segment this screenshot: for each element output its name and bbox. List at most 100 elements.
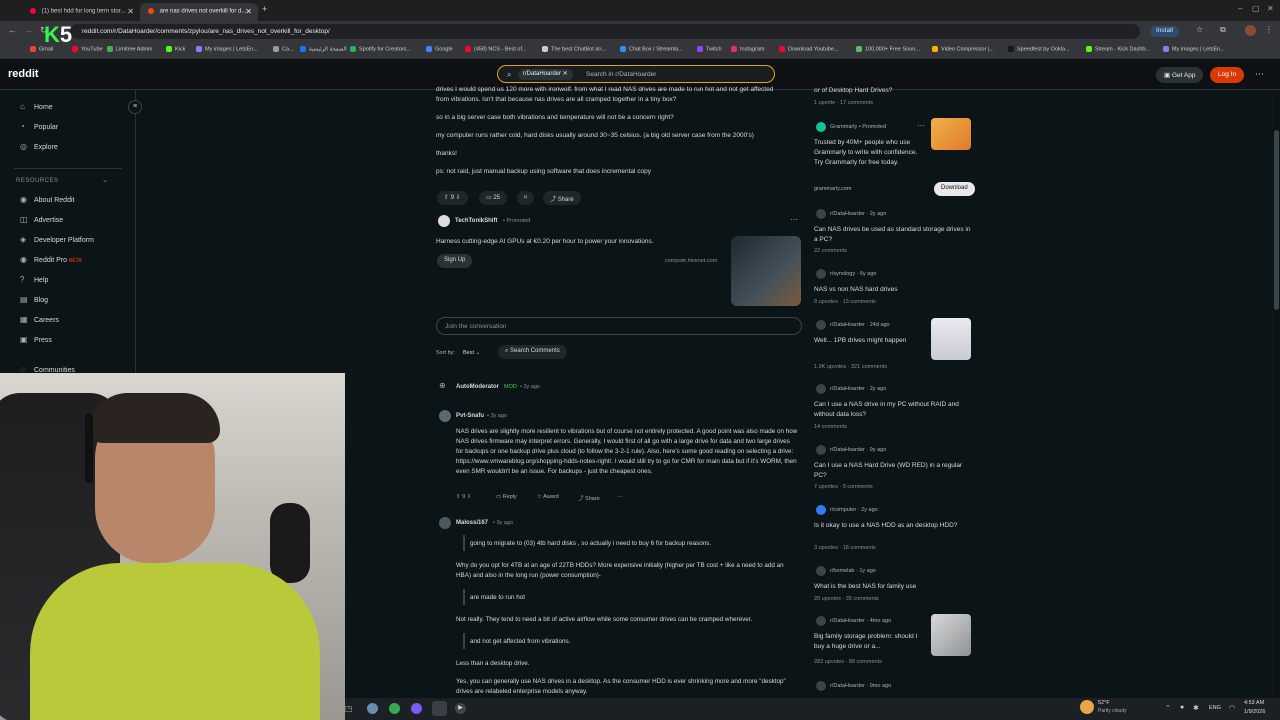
subreddit-icon[interactable] — [816, 209, 826, 219]
grammarly-icon[interactable] — [816, 122, 826, 132]
bookmark-item[interactable]: The best ChatBot an... — [542, 46, 606, 52]
comment-input[interactable]: Join the conversation — [436, 317, 802, 335]
rail-item-sub[interactable]: r/synology · 6y ago — [830, 271, 876, 277]
sidebar-item-reddit-pro[interactable]: ◉ Reddit Pro BETA — [20, 255, 82, 264]
extensions-icon[interactable]: ⧉ — [1220, 25, 1226, 35]
vote-control[interactable]: ⇧ 9 ⇩ — [437, 191, 468, 205]
wifi-icon[interactable]: ◠ — [1229, 704, 1235, 712]
sort-dropdown[interactable]: Best ⌄ — [463, 350, 480, 356]
sidebar-item-help[interactable]: ? Help — [20, 275, 48, 284]
promo-download-button[interactable]: Download — [934, 182, 975, 196]
close-tab-icon[interactable]: ✕ — [245, 7, 252, 16]
close-window-button[interactable]: ✕ — [1267, 4, 1274, 13]
media-icon[interactable]: ▶ — [455, 703, 466, 714]
promo-image[interactable] — [931, 118, 971, 150]
weather-desc[interactable]: Partly cloudy — [1098, 708, 1127, 714]
bookmark-item[interactable]: Download Youtube... — [779, 46, 838, 52]
mic-icon[interactable]: ● — [1180, 704, 1184, 711]
bookmark-item[interactable]: Kick — [166, 46, 185, 52]
ad-more-icon[interactable]: ⋯ — [790, 215, 798, 224]
bookmark-item[interactable]: Chat Box / Streamla... — [620, 46, 683, 52]
avatar[interactable] — [439, 517, 451, 529]
comments-button[interactable]: ▭ 25 — [479, 191, 508, 205]
promo-more-icon[interactable]: ⋯ — [917, 121, 925, 130]
subreddit-icon[interactable] — [816, 269, 826, 279]
rail-item-title[interactable]: What is the best NAS for family use — [814, 582, 974, 592]
reddit-logo[interactable]: reddit — [8, 68, 39, 80]
comment-vote[interactable]: ⇧ 9 ⇩ — [456, 494, 471, 500]
bookmark-item[interactable]: Twitch — [697, 46, 722, 52]
back-icon[interactable]: ← — [8, 25, 17, 35]
bookmark-item[interactable]: Limitree Admin — [107, 46, 152, 52]
bookmark-item[interactable]: Stream - Kick Dashb... — [1086, 46, 1150, 52]
rail-item-sub[interactable]: r/homelab · 1y ago — [830, 568, 876, 574]
sidebar-item-blog[interactable]: ▤ Blog — [20, 295, 48, 304]
bookmark-item[interactable]: الصفحة الرئيسية — [300, 46, 347, 52]
url-input[interactable]: reddit.com/r/DataHoarder/comments/zpylou… — [70, 24, 1140, 39]
menu-kebab-icon[interactable]: ⋮ — [1265, 25, 1273, 34]
reply-button[interactable]: ▭ Reply — [496, 494, 517, 500]
community-search-chip[interactable]: r/DataHoarder ✕ — [518, 69, 573, 80]
rail-item-sub[interactable]: r/DataHoarder · 9mo ago — [830, 683, 891, 689]
language-indicator[interactable]: ENG — [1209, 705, 1221, 711]
collapse-nav-icon[interactable]: ≡ — [128, 100, 142, 114]
close-tab-icon[interactable]: ✕ — [127, 7, 134, 16]
sidebar-item-press[interactable]: ▣ Press — [20, 335, 52, 344]
browser-tab[interactable]: (1) best hdd for long term stor... ✕ — [22, 3, 140, 21]
share-button[interactable]: ⤴ Share — [578, 494, 600, 502]
rail-item-title[interactable]: Can NAS drives be used as standard stora… — [814, 225, 974, 245]
avatar[interactable] — [439, 410, 451, 422]
weather-temp[interactable]: 52°F — [1098, 700, 1110, 706]
rail-post-title[interactable]: or of Desktop Hard Drives? — [814, 86, 974, 96]
subreddit-icon[interactable] — [816, 445, 826, 455]
clock-time[interactable]: 4:53 AM — [1244, 700, 1264, 706]
rail-item-sub[interactable]: r/DataHoarder · 2y ago — [830, 386, 886, 392]
share-button[interactable]: ⤴ Share — [543, 191, 581, 205]
bookmark-item[interactable]: YouTube — [72, 46, 103, 52]
weather-icon[interactable] — [1080, 700, 1094, 714]
profile-avatar[interactable] — [1245, 25, 1256, 36]
sidebar-item-advertise[interactable]: ◫ Advertise — [20, 215, 63, 224]
get-app-button[interactable]: ▣ Get App — [1156, 67, 1204, 83]
bookmark-item[interactable]: Google — [426, 46, 453, 52]
app-icon[interactable] — [411, 703, 422, 714]
bookmark-item[interactable]: My images | LetsEn... — [196, 46, 258, 52]
comment-author[interactable]: AutoModerator — [456, 384, 499, 390]
rail-item-thumbnail[interactable] — [931, 614, 971, 656]
search-comments[interactable]: ⌕ Search Comments — [498, 345, 567, 359]
promo-name[interactable]: Grammarly • Promoted — [830, 124, 886, 130]
bookmark-item[interactable]: 100,000+ Free Soun... — [856, 46, 920, 52]
settings-icon[interactable] — [367, 703, 378, 714]
sidebar-item-careers[interactable]: ▦ Careers — [20, 315, 59, 324]
scrollbar[interactable] — [1274, 90, 1279, 698]
search-input[interactable]: Search in r/DataHoarder — [586, 71, 656, 78]
rail-item-sub[interactable]: r/computer · 2y ago — [830, 507, 878, 513]
chrome-icon[interactable] — [389, 703, 400, 714]
comment-author[interactable]: Malossi167 — [456, 520, 488, 526]
bookmark-item[interactable]: Instagram — [731, 46, 764, 52]
sidebar-item-explore[interactable]: ◎ Explore — [20, 142, 58, 151]
promo-domain[interactable]: grammarly.com — [814, 186, 852, 192]
bookmark-item[interactable]: Speedtest by Ookla... — [1008, 46, 1070, 52]
rail-item-sub[interactable]: r/DataHoarder · 9y ago — [830, 447, 886, 453]
taskview-icon[interactable]: ◳ — [345, 704, 353, 713]
award-button[interactable]: ☆ Award — [537, 494, 559, 500]
scrollbar-thumb[interactable] — [1274, 130, 1279, 310]
browser-tab-active[interactable]: are nas drives not overkill for d... ✕ — [140, 3, 258, 21]
comment-author[interactable]: Pvt-Snafu — [456, 413, 484, 419]
subreddit-icon[interactable] — [816, 566, 826, 576]
ad-author[interactable]: TechTonikShift — [455, 218, 497, 224]
save-button[interactable]: ⌑ — [517, 191, 535, 205]
ad-signup-button[interactable]: Sign Up — [437, 254, 473, 268]
new-tab-button[interactable]: + — [262, 4, 267, 14]
login-button[interactable]: Log In — [1210, 67, 1245, 83]
sidebar-item-about[interactable]: ◉ About Reddit — [20, 195, 74, 204]
more-icon[interactable]: ⋯ — [617, 494, 623, 500]
ad-image[interactable] — [731, 236, 801, 306]
install-app-button[interactable]: Install — [1150, 26, 1179, 37]
bookmark-item[interactable]: Spotify for Creators... — [350, 46, 411, 52]
rail-item-title[interactable]: Is it okay to use a NAS HDD as an deskto… — [814, 521, 974, 531]
active-app-icon[interactable] — [432, 701, 447, 716]
resources-heading[interactable]: RESOURCES — [16, 178, 59, 184]
bookmark-item[interactable]: Ca... — [273, 46, 294, 52]
